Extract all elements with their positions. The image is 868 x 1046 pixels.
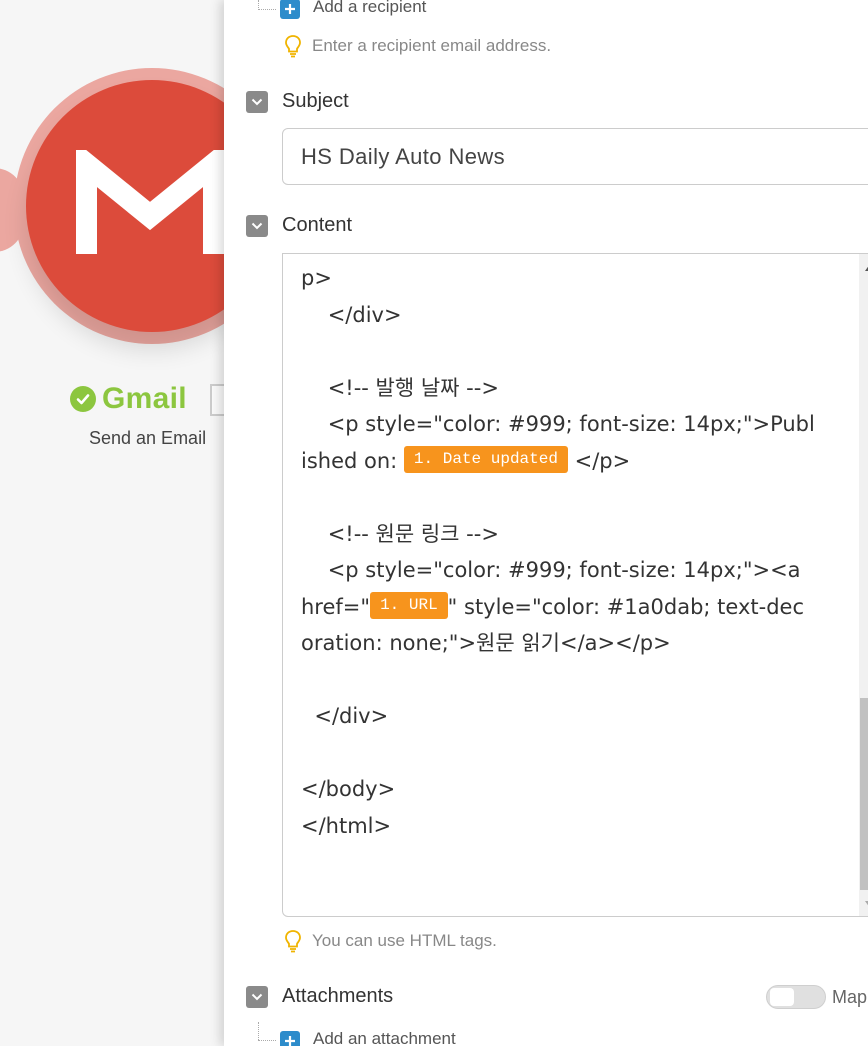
code-line: p> [301, 266, 332, 290]
collapse-chevron-icon[interactable] [246, 90, 268, 113]
gmail-icon [76, 150, 225, 254]
module-subtitle: Send an Email [89, 428, 207, 448]
add-recipient-plus-icon[interactable] [280, 0, 300, 19]
tree-line [258, 9, 276, 10]
subject-section-header[interactable]: Subject [246, 90, 349, 113]
editor-scrollbar[interactable] [859, 254, 868, 916]
code-text: ished on: [301, 448, 404, 473]
module-label: Gmail [70, 382, 187, 416]
map-toggle[interactable] [766, 985, 826, 1009]
subject-label: Subject [282, 90, 349, 112]
code-line: <p style="color: #999; font-size: 14px;"… [301, 558, 801, 582]
attachments-section-header[interactable]: Attachments [246, 985, 393, 1008]
collapse-chevron-icon[interactable] [246, 985, 268, 1008]
lightbulb-icon [285, 930, 301, 953]
add-recipient-link[interactable]: Add a recipient [313, 0, 426, 17]
content-section-header[interactable]: Content [246, 214, 352, 237]
toggle-knob [770, 988, 794, 1006]
module-settings-panel: Add a recipient Enter a recipient email … [224, 0, 868, 1046]
scrollbar-thumb[interactable] [860, 698, 868, 890]
recipient-hint: Enter a recipient email address. [284, 34, 551, 58]
content-editor[interactable]: p> </div> <!-- 발행 날짜 --> <p style="color… [282, 253, 868, 917]
subject-input[interactable]: HS Daily Auto News [282, 128, 868, 185]
attachments-label: Attachments [282, 985, 394, 1007]
content-label: Content [282, 214, 353, 236]
url-variable-pill[interactable]: 1. URL [370, 592, 448, 619]
code-line: </div> [301, 302, 402, 327]
code-line: oration: none;">원문 읽기</a></p> [301, 631, 671, 655]
module-name: Gmail [102, 382, 187, 415]
map-label: Map [832, 987, 868, 1007]
code-area[interactable]: p> </div> <!-- 발행 날짜 --> <p style="color… [301, 254, 823, 844]
code-text: href=" [301, 594, 371, 619]
collapse-chevron-icon[interactable] [246, 214, 268, 237]
code-line: </html> [301, 813, 392, 838]
scenario-canvas: Gmail Send an Email [0, 0, 226, 1046]
code-line: </body> [301, 777, 396, 801]
add-attachment-plus-icon[interactable] [280, 1031, 300, 1046]
code-line: <!-- 원문 링크 --> [301, 521, 499, 546]
code-line: </div> [301, 704, 389, 728]
check-icon [70, 386, 96, 412]
date-updated-variable-pill[interactable]: 1. Date updated [403, 446, 568, 473]
code-line: <p style="color: #999; font-size: 14px;"… [301, 412, 815, 436]
code-line: href=" 1. URL " style="color: #1a0dab; tex… [301, 589, 823, 626]
add-attachment-link[interactable]: Add an attachment [313, 1029, 456, 1046]
tree-line [258, 1022, 259, 1040]
code-line: ished on: 1. Date updated </p> [301, 443, 823, 480]
recipient-hint-text: Enter a recipient email address. [312, 36, 552, 55]
lightbulb-icon [285, 35, 301, 58]
code-text: " style="color: #1a0dab; text-dec [447, 594, 804, 619]
content-hint-text: You can use HTML tags. [312, 931, 497, 950]
content-hint: You can use HTML tags. [284, 929, 497, 953]
code-line: <!-- 발행 날짜 --> [301, 375, 499, 400]
tree-line [258, 1040, 276, 1041]
code-text: </p> [567, 448, 631, 473]
